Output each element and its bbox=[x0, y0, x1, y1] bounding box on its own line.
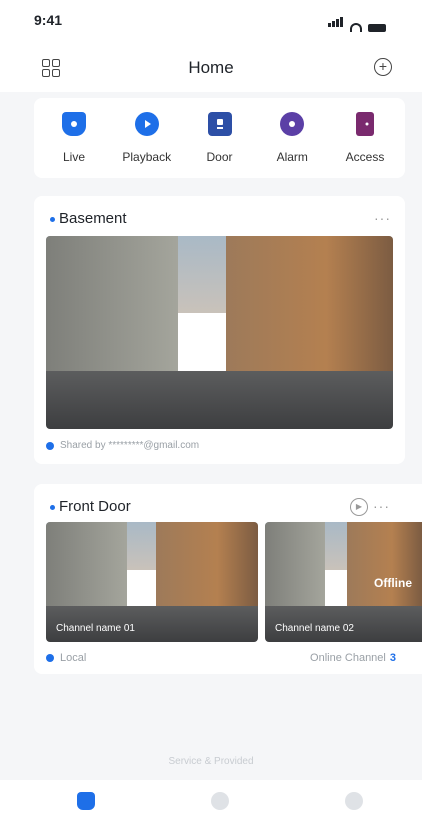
video-preview[interactable] bbox=[46, 236, 393, 429]
tab-bar bbox=[0, 780, 422, 827]
quick-action-label: Live bbox=[62, 150, 85, 164]
nav-bar: Home + bbox=[0, 44, 422, 92]
quick-action-access[interactable]: Access bbox=[335, 112, 395, 178]
quick-action-label: Access bbox=[345, 150, 385, 164]
location-icon bbox=[46, 654, 54, 662]
quick-action-alarm[interactable]: Alarm bbox=[262, 112, 322, 178]
quick-actions-card: Live Playback Door Alarm Access bbox=[34, 98, 405, 178]
profile-icon bbox=[345, 792, 363, 810]
quick-action-label: Door bbox=[206, 150, 233, 164]
channel-name: Channel name 02 bbox=[275, 623, 354, 634]
channel-name: Channel name 01 bbox=[56, 623, 135, 634]
more-icon[interactable]: ··· bbox=[373, 498, 390, 514]
wifi-icon bbox=[350, 23, 362, 32]
quick-action-live[interactable]: Live bbox=[44, 112, 104, 178]
quick-action-playback[interactable]: Playback bbox=[117, 112, 177, 178]
more-icon[interactable]: ··· bbox=[374, 210, 391, 226]
tab-icon bbox=[211, 792, 229, 810]
share-icon bbox=[46, 441, 54, 450]
camera-card-front-door: Front Door ▶ ··· Channel name 01 Offline… bbox=[34, 484, 422, 674]
channel-preview-01[interactable]: Channel name 01 bbox=[46, 522, 258, 642]
status-icons bbox=[328, 14, 386, 32]
playback-icon bbox=[134, 112, 159, 136]
home-icon bbox=[77, 792, 95, 810]
shared-info: Shared by *********@gmail.com bbox=[46, 440, 199, 451]
camera-title: Front Door bbox=[50, 498, 131, 515]
battery-icon bbox=[368, 24, 386, 32]
camera-title: Basement bbox=[50, 210, 127, 227]
online-channel-info: Online Channel 3 bbox=[310, 652, 396, 664]
online-channel-count: 3 bbox=[389, 652, 396, 664]
service-footer: Service & Provided bbox=[168, 756, 254, 767]
shared-by-text: Shared by *********@gmail.com bbox=[60, 440, 200, 451]
alarm-icon bbox=[280, 112, 305, 136]
camera-icon bbox=[62, 112, 86, 136]
signal-icon bbox=[328, 14, 344, 32]
status-bar: 9:41 bbox=[0, 0, 422, 44]
quick-action-label: Alarm bbox=[276, 150, 308, 164]
front-door-footer: Local Online Channel 3 bbox=[46, 652, 396, 664]
tab-middle[interactable] bbox=[190, 792, 250, 810]
play-icon[interactable]: ▶ bbox=[350, 498, 368, 516]
quick-action-label: Playback bbox=[122, 150, 172, 164]
status-time: 9:41 bbox=[34, 12, 63, 28]
access-icon bbox=[356, 112, 374, 136]
channel-preview-02[interactable]: Offline Channel name 02 bbox=[265, 522, 422, 642]
offline-badge: Offline bbox=[374, 576, 412, 590]
page-title: Home bbox=[188, 58, 234, 77]
camera-card-basement: Basement ··· Shared by *********@gmail.c… bbox=[34, 196, 405, 464]
quick-action-door[interactable]: Door bbox=[190, 112, 250, 178]
tab-home[interactable] bbox=[56, 792, 116, 810]
door-icon bbox=[207, 112, 232, 136]
tab-profile[interactable] bbox=[324, 792, 384, 810]
source-text: Local bbox=[60, 652, 87, 664]
add-icon[interactable]: + bbox=[374, 58, 392, 76]
